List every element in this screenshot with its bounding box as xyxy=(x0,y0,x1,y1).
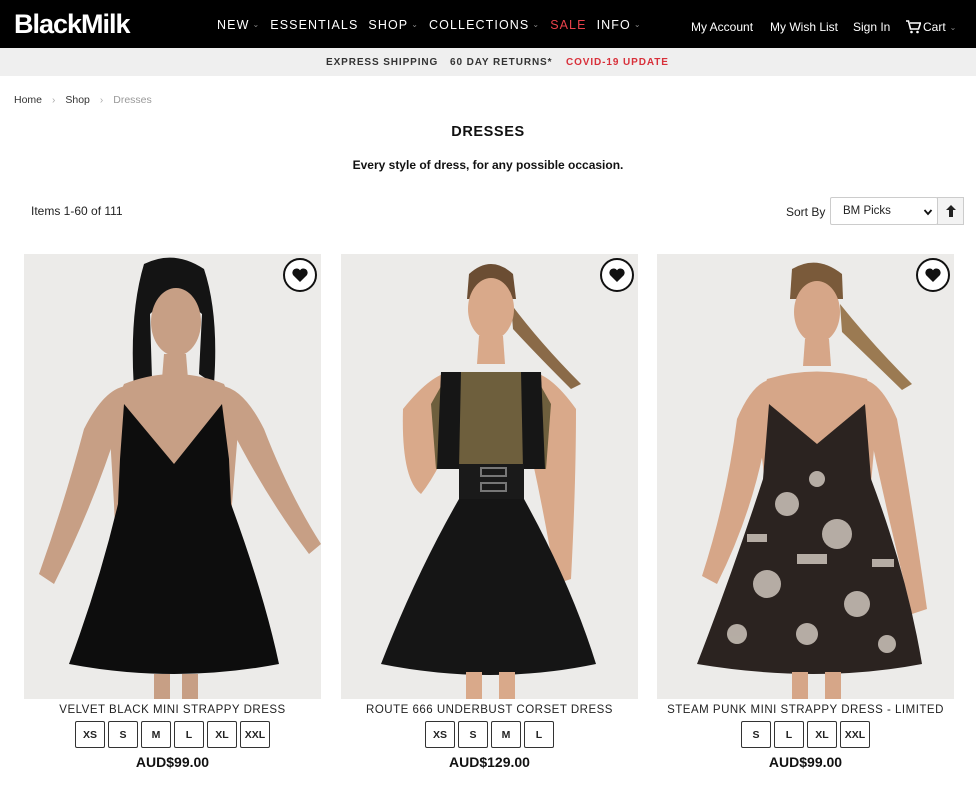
page-title: DRESSES xyxy=(451,124,525,140)
nav-sale[interactable]: SALE xyxy=(550,17,586,33)
breadcrumb-shop[interactable]: Shop xyxy=(65,94,90,106)
cart-button[interactable]: Cart ⌄ xyxy=(906,20,956,34)
chevron-down-icon: ⌄ xyxy=(633,20,642,29)
size-button[interactable]: S xyxy=(108,721,138,748)
cart-icon xyxy=(906,20,921,34)
nav-new[interactable]: NEW ⌄ xyxy=(217,17,260,33)
my-account-link[interactable]: My Account xyxy=(691,19,753,35)
size-button[interactable]: L xyxy=(524,721,554,748)
blackmilk-logo[interactable]: BlackMilk xyxy=(14,10,131,38)
product-price: AUD$129.00 xyxy=(449,754,530,770)
chevron-down-icon xyxy=(923,209,933,216)
size-button[interactable]: L xyxy=(174,721,204,748)
breadcrumb-current: Dresses xyxy=(113,94,152,106)
size-button[interactable]: M xyxy=(141,721,171,748)
heart-icon xyxy=(609,268,625,282)
breadcrumb-home[interactable]: Home xyxy=(14,94,42,106)
wishlist-button[interactable] xyxy=(600,258,634,292)
size-button[interactable]: XL xyxy=(207,721,237,748)
page-subtitle: Every style of dress, for any possible o… xyxy=(352,158,624,172)
size-button[interactable]: XL xyxy=(807,721,837,748)
size-options: XS S M L XL XXL xyxy=(24,721,321,748)
size-button[interactable]: M xyxy=(491,721,521,748)
heart-icon xyxy=(925,268,941,282)
chevron-right-icon: › xyxy=(52,94,56,106)
product-name[interactable]: ROUTE 666 UNDERBUST CORSET DRESS xyxy=(341,704,638,716)
sign-in-link[interactable]: Sign In xyxy=(853,19,890,35)
wishlist-button[interactable] xyxy=(283,258,317,292)
items-count: Items 1-60 of 111 xyxy=(31,204,123,218)
chevron-down-icon: ⌄ xyxy=(949,22,957,32)
product-name[interactable]: VELVET BLACK MINI STRAPPY DRESS xyxy=(24,704,321,716)
model-photo-illustration xyxy=(24,254,321,699)
wishlist-button[interactable] xyxy=(916,258,950,292)
nav-collections[interactable]: COLLECTIONS ⌄ xyxy=(429,17,540,33)
chevron-down-icon: ⌄ xyxy=(532,20,541,29)
promo-bar: EXPRESS SHIPPING 60 DAY RETURNS* COVID-1… xyxy=(0,48,976,76)
product-photo[interactable] xyxy=(341,254,638,699)
sort-direction-button[interactable] xyxy=(937,197,964,225)
chevron-down-icon: ⌄ xyxy=(252,20,261,29)
returns-link[interactable]: 60 DAY RETURNS* xyxy=(450,57,552,69)
nav-info[interactable]: INFO ⌄ xyxy=(597,17,642,33)
cart-label: Cart xyxy=(923,20,946,34)
covid-update-link[interactable]: COVID-19 UPDATE xyxy=(566,57,669,69)
size-options: XS S M L xyxy=(341,721,638,748)
wish-list-link[interactable]: My Wish List xyxy=(770,19,838,35)
size-button[interactable]: S xyxy=(741,721,771,748)
size-options: S L XL XXL xyxy=(657,721,954,748)
heart-icon xyxy=(292,268,308,282)
top-navigation-bar: BlackMilk NEW ⌄ ESSENTIALS SHOP ⌄ COLLECTI… xyxy=(0,0,976,48)
chevron-down-icon: ⌄ xyxy=(411,20,420,29)
sort-label: Sort By xyxy=(786,205,826,219)
size-button[interactable]: XXL xyxy=(840,721,870,748)
express-shipping-link[interactable]: EXPRESS SHIPPING xyxy=(326,57,438,69)
nav-essentials[interactable]: ESSENTIALS xyxy=(270,17,358,33)
sort-select[interactable]: BM Picks xyxy=(830,197,938,225)
main-nav: NEW ⌄ ESSENTIALS SHOP ⌄ COLLECTIONS ⌄ SALE … xyxy=(217,17,652,33)
size-button[interactable]: XS xyxy=(425,721,455,748)
size-button[interactable]: L xyxy=(774,721,804,748)
size-button[interactable]: XS xyxy=(75,721,105,748)
sort-value: BM Picks xyxy=(843,205,891,217)
size-button[interactable]: S xyxy=(458,721,488,748)
arrow-up-icon xyxy=(945,205,956,217)
chevron-right-icon: › xyxy=(99,94,104,106)
model-photo-illustration xyxy=(657,254,954,699)
model-photo-illustration xyxy=(341,254,638,699)
product-name[interactable]: STEAM PUNK MINI STRAPPY DRESS - LIMITED xyxy=(657,704,954,716)
product-photo[interactable] xyxy=(24,254,321,699)
product-photo[interactable] xyxy=(657,254,954,699)
size-button[interactable]: XXL xyxy=(240,721,270,748)
nav-shop[interactable]: SHOP ⌄ xyxy=(368,17,419,33)
product-price: AUD$99.00 xyxy=(768,754,843,770)
breadcrumb: Home › Shop › Dresses xyxy=(14,94,152,106)
product-price: AUD$99.00 xyxy=(135,754,210,770)
